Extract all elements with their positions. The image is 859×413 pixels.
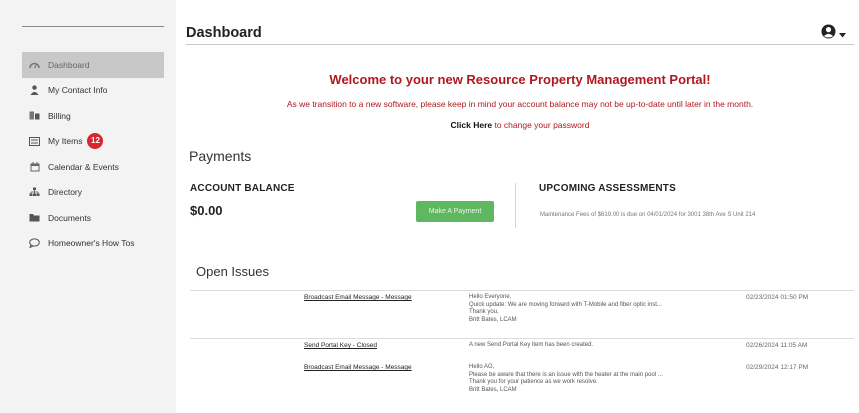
directory-icon [28,187,41,198]
open-issues-heading: Open Issues [196,264,269,279]
notification-badge: 12 [87,133,104,150]
issue-body-line: Britt Bates, LCAM [469,386,517,393]
upcoming-assessment-detail: Maintenance Fees of $619.00 is due on 04… [540,212,756,218]
issue-date: 02/23/2024 01:50 PM [746,294,809,301]
issue-body: Hello Everyone, Quick update: We are mov… [469,294,662,324]
sidebar-nav: Dashboard My Contact Info Billing My Ite… [22,52,164,256]
password-link-line: Click Here to change your password [186,120,854,130]
billing-icon [28,110,41,121]
issue-date: 02/26/2024 11:05 AM [746,342,808,349]
user-icon [28,85,41,96]
password-link-suffix: to change your password [492,120,590,130]
issue-body-line: Hello AG, [469,364,495,370]
issue-body-line: Thank you for your patience as we work r… [469,379,598,385]
user-circle-icon [821,24,836,44]
sidebar-item-label: Directory [48,187,83,198]
sidebar: Dashboard My Contact Info Billing My Ite… [0,0,176,413]
table-row: Send Portal Key - Closed A new Send Port… [190,338,854,361]
upcoming-assessments-label: UPCOMING ASSESSMENTS [539,183,676,194]
issue-body-line: Hello Everyone, [469,294,512,300]
transition-notice: As we transition to a new software, plea… [286,99,754,109]
gauge-icon [28,59,41,70]
list-icon [28,136,41,147]
issue-title-link[interactable]: Broadcast Email Message - Message [304,364,412,371]
chat-bubble-icon [28,238,41,249]
issue-body-line: Please be aware that there is an issue w… [469,371,663,378]
change-password-link[interactable]: Click Here [451,120,493,130]
calendar-icon [28,161,41,172]
welcome-banner: Welcome to your new Resource Property Ma… [186,72,854,130]
account-balance-amount: $0.00 [190,203,223,218]
payments-divider [515,183,516,228]
sidebar-item-label: My Items [48,136,83,147]
sidebar-divider [22,26,164,27]
issue-body: A new Send Portal Key item has been crea… [469,342,593,350]
issue-body-line: A new Send Portal Key item has been crea… [469,342,594,348]
sidebar-item-documents[interactable]: Documents [22,205,164,231]
issue-title-link[interactable]: Send Portal Key - Closed [304,342,377,349]
sidebar-item-label: Homeowner's How Tos [48,238,135,249]
issue-body: Hello AG, Please be aware that there is … [469,364,663,394]
user-menu[interactable] [821,24,846,44]
header-divider [186,44,854,45]
sidebar-item-directory[interactable]: Directory [22,180,164,206]
table-row: Broadcast Email Message - Message Hello … [190,361,854,413]
sidebar-item-dashboard[interactable]: Dashboard [22,52,164,78]
caret-down-icon [839,25,846,43]
sidebar-item-label: Dashboard [48,59,90,70]
issue-body-line: Quick update: We are moving forward with… [469,301,662,308]
open-issues-list: Broadcast Email Message - Message Hello … [190,290,854,413]
page-title: Dashboard [186,25,262,41]
issue-body-line: Thank you, [469,309,499,315]
account-balance-label: ACCOUNT BALANCE [190,183,295,194]
sidebar-item-label: Calendar & Events [48,161,119,172]
payments-heading: Payments [189,148,252,164]
sidebar-item-my-contact-info[interactable]: My Contact Info [22,78,164,104]
sidebar-item-billing[interactable]: Billing [22,103,164,129]
folder-icon [28,212,41,223]
issue-date: 02/29/2024 12:17 PM [746,364,809,371]
table-row: Broadcast Email Message - Message Hello … [190,290,854,338]
issue-title-link[interactable]: Broadcast Email Message - Message [304,294,412,301]
sidebar-item-calendar-events[interactable]: Calendar & Events [22,154,164,180]
sidebar-item-label: Billing [48,110,71,121]
sidebar-item-label: Documents [48,212,91,223]
sidebar-item-homeowners-how-tos[interactable]: Homeowner's How Tos [22,231,164,257]
make-payment-button[interactable]: Make A Payment [416,201,494,222]
sidebar-item-label: My Contact Info [48,85,108,96]
welcome-title: Welcome to your new Resource Property Ma… [329,72,711,87]
issue-body-line: Britt Bates, LCAM [469,316,517,323]
sidebar-item-my-items[interactable]: My Items 12 [22,129,164,155]
